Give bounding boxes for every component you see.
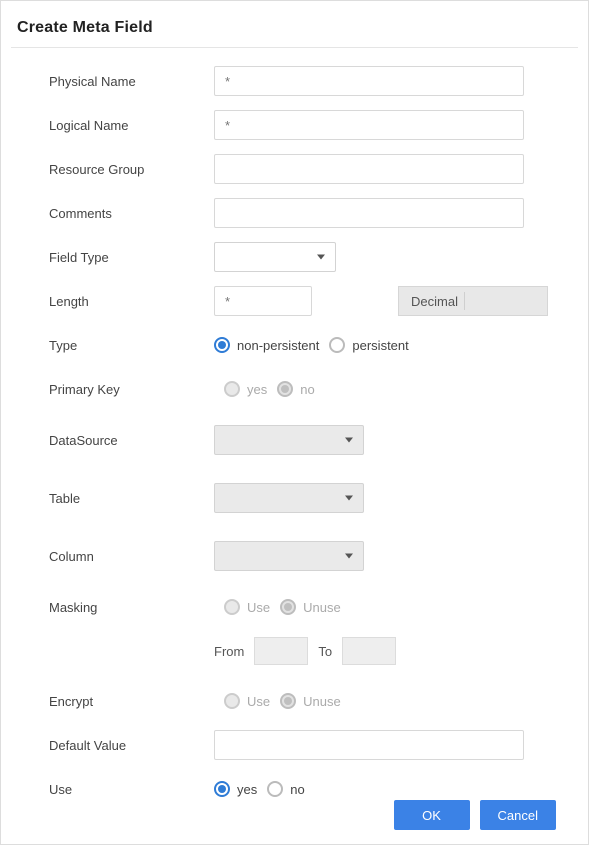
label-to: To	[318, 644, 332, 659]
encrypt-unuse-radio: Unuse	[280, 693, 341, 709]
type-persistent-radio[interactable]: persistent	[329, 337, 408, 353]
label-column: Column	[49, 549, 214, 564]
ok-button[interactable]: OK	[394, 800, 470, 830]
radio-unselected-icon	[267, 781, 283, 797]
table-select[interactable]	[214, 483, 364, 513]
length-input[interactable]	[214, 286, 312, 316]
label-primary-key: Primary Key	[49, 382, 214, 397]
primarykey-no-radio: no	[277, 381, 314, 397]
logical-name-input[interactable]	[214, 110, 524, 140]
label-datasource: DataSource	[49, 433, 214, 448]
label-encrypt: Encrypt	[49, 694, 214, 709]
label-use: Use	[49, 782, 214, 797]
dialog-footer: OK Cancel	[394, 800, 556, 830]
use-yes-radio[interactable]: yes	[214, 781, 257, 797]
label-logical-name: Logical Name	[49, 118, 214, 133]
decimal-button[interactable]: Decimal	[398, 286, 548, 316]
masking-to-input	[342, 637, 396, 665]
masking-use-radio: Use	[224, 599, 270, 615]
radio-unselected-icon	[329, 337, 345, 353]
field-type-select[interactable]	[214, 242, 336, 272]
use-no-radio[interactable]: no	[267, 781, 304, 797]
label-field-type: Field Type	[49, 250, 214, 265]
encrypt-use-radio: Use	[224, 693, 270, 709]
chevron-down-icon	[345, 496, 353, 501]
radio-disabled-selected-icon	[277, 381, 293, 397]
chevron-down-icon	[345, 554, 353, 559]
radio-disabled-icon	[224, 381, 240, 397]
label-comments: Comments	[49, 206, 214, 221]
label-masking: Masking	[49, 600, 214, 615]
radio-disabled-icon	[224, 599, 240, 615]
radio-selected-icon	[214, 781, 230, 797]
primarykey-yes-radio: yes	[224, 381, 267, 397]
radio-disabled-selected-icon	[280, 693, 296, 709]
label-default-value: Default Value	[49, 738, 214, 753]
resource-group-input[interactable]	[214, 154, 524, 184]
label-table: Table	[49, 491, 214, 506]
cancel-button[interactable]: Cancel	[480, 800, 556, 830]
form-body: Physical Name Logical Name Resource Grou…	[11, 48, 578, 804]
type-nonpersistent-radio[interactable]: non-persistent	[214, 337, 319, 353]
dialog-title: Create Meta Field	[11, 19, 578, 48]
chevron-down-icon	[345, 438, 353, 443]
label-length: Length	[49, 294, 214, 309]
radio-disabled-icon	[224, 693, 240, 709]
label-from: From	[214, 644, 244, 659]
chevron-down-icon	[317, 255, 325, 260]
create-meta-field-dialog: Create Meta Field Physical Name Logical …	[0, 0, 589, 845]
physical-name-input[interactable]	[214, 66, 524, 96]
label-physical-name: Physical Name	[49, 74, 214, 89]
radio-disabled-selected-icon	[280, 599, 296, 615]
radio-selected-icon	[214, 337, 230, 353]
label-resource-group: Resource Group	[49, 162, 214, 177]
column-select[interactable]	[214, 541, 364, 571]
decimal-button-label: Decimal	[411, 294, 458, 309]
datasource-select[interactable]	[214, 425, 364, 455]
label-type: Type	[49, 338, 214, 353]
masking-from-input	[254, 637, 308, 665]
comments-input[interactable]	[214, 198, 524, 228]
masking-unuse-radio: Unuse	[280, 599, 341, 615]
default-value-input[interactable]	[214, 730, 524, 760]
